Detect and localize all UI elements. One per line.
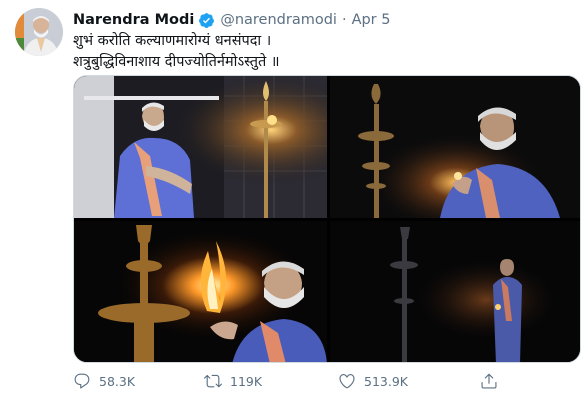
- media-photo-4[interactable]: [330, 221, 580, 362]
- author-handle[interactable]: @narendramodi: [220, 12, 337, 28]
- tweet-actions: 58.3K 119K 513.9K: [73, 372, 513, 396]
- media-grid: [73, 75, 581, 363]
- share-icon: [481, 373, 497, 389]
- media-photo-3[interactable]: [74, 221, 327, 362]
- author-avatar[interactable]: [15, 8, 63, 56]
- share-button[interactable]: [480, 372, 498, 390]
- tweet-text: शुभं करोति कल्याणमारोग्यं धनसंपदा । शत्र…: [73, 31, 280, 73]
- author-name[interactable]: Narendra Modi: [73, 12, 194, 28]
- media-photo-2[interactable]: [330, 76, 580, 218]
- tweet-text-line-1: शुभं करोति कल्याणमारोग्यं धनसंपदा ।: [73, 33, 272, 49]
- tweet-date[interactable]: Apr 5: [352, 12, 391, 28]
- reply-count: 58.3K: [99, 373, 136, 389]
- like-icon: [339, 374, 355, 389]
- retweet-button[interactable]: 119K: [204, 372, 262, 390]
- reply-button[interactable]: 58.3K: [73, 372, 135, 390]
- media-photo-1[interactable]: [74, 76, 327, 218]
- retweet-count: 119K: [230, 373, 263, 389]
- like-button[interactable]: 513.9K: [338, 372, 408, 390]
- like-count: 513.9K: [364, 373, 408, 389]
- retweet-icon: [204, 374, 222, 388]
- tweet-header: Narendra Modi @narendramodi · Apr 5: [73, 10, 390, 30]
- separator-dot: ·: [341, 12, 347, 28]
- tweet-text-line-2: शत्रुबुद्धिविनाशाय दीपज्योतिर्नमोऽस्तुते…: [73, 54, 280, 70]
- reply-icon: [74, 373, 90, 389]
- verified-badge-icon: [198, 12, 215, 29]
